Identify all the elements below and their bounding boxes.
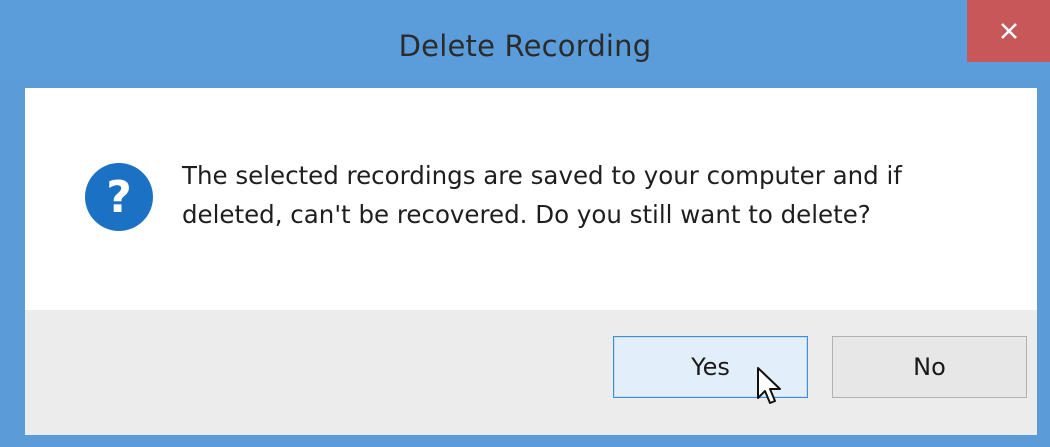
message-text: The selected recordings are saved to you… bbox=[182, 156, 1002, 234]
dialog-client-area: ? The selected recordings are saved to y… bbox=[25, 88, 1037, 435]
dialog-title: Delete Recording bbox=[398, 29, 652, 63]
close-icon bbox=[1000, 23, 1017, 39]
message-line-2: deleted, can't be recovered. Do you stil… bbox=[182, 200, 871, 229]
dialog-window: Delete Recording ? The selected recordin… bbox=[0, 0, 1050, 447]
no-button-label: No bbox=[913, 353, 946, 381]
message-line-1: The selected recordings are saved to you… bbox=[182, 161, 902, 190]
button-bar: Yes No bbox=[25, 310, 1037, 435]
close-button[interactable] bbox=[967, 0, 1050, 62]
yes-button-label: Yes bbox=[691, 353, 730, 381]
question-icon: ? bbox=[85, 163, 153, 231]
yes-button[interactable]: Yes bbox=[613, 336, 808, 398]
question-glyph: ? bbox=[106, 172, 132, 223]
message-area: ? The selected recordings are saved to y… bbox=[25, 88, 1037, 310]
no-button[interactable]: No bbox=[832, 336, 1027, 398]
